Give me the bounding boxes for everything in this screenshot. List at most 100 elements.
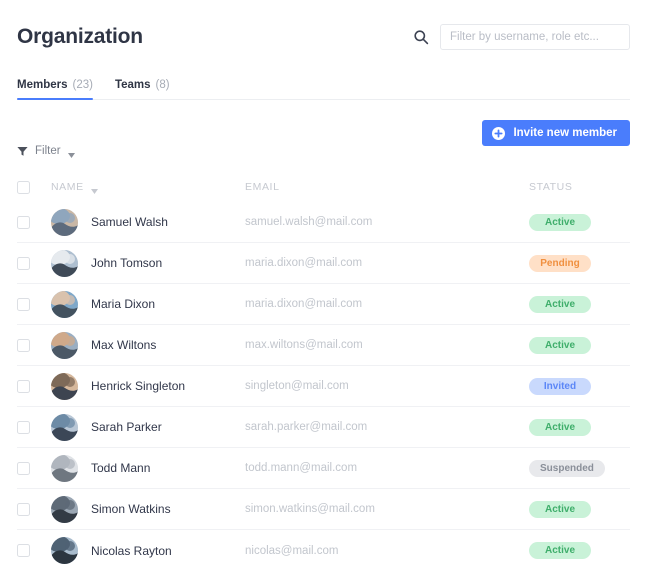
row-checkbox[interactable] <box>17 502 30 516</box>
table-row[interactable]: Henrick Singleton singleton@mail.com Invit… <box>17 366 630 407</box>
row-select-cell <box>17 215 51 229</box>
avatar <box>51 331 78 359</box>
table-row[interactable]: Simon Watkins simon.watkins@mail.com Activ… <box>17 489 630 530</box>
member-name: Maria Dixon <box>91 297 156 311</box>
row-select-cell <box>17 420 51 434</box>
table-row[interactable]: Maria Dixon maria.dixon@mail.com Active <box>17 284 630 325</box>
row-checkbox[interactable] <box>17 461 30 475</box>
chevron-down-icon <box>90 185 98 194</box>
table-row[interactable]: Todd Mann todd.mann@mail.com Suspended <box>17 448 630 489</box>
member-name: Max Wiltons <box>91 338 157 352</box>
member-name: Simon Watkins <box>91 502 171 516</box>
filter-label: Filter <box>35 145 61 157</box>
table-toolbar: Invite new member Filter <box>0 100 647 172</box>
tab-bar: Members (23) Teams (8) <box>0 72 647 100</box>
invite-new-member-button[interactable]: Invite new member <box>482 120 630 146</box>
search-input[interactable] <box>440 24 630 50</box>
column-header-name[interactable]: NAME <box>51 181 245 194</box>
row-select-cell <box>17 256 51 270</box>
column-header-email: EMAIL <box>245 181 529 193</box>
page-title: Organization <box>17 25 143 48</box>
row-select-cell <box>17 379 51 393</box>
row-checkbox[interactable] <box>17 544 30 557</box>
table-row[interactable]: John Tomson maria.dixon@mail.com Pending <box>17 243 630 284</box>
row-checkbox[interactable] <box>17 379 30 393</box>
avatar <box>51 249 78 277</box>
member-status-cell: Pending <box>529 254 630 272</box>
table-body: Samuel Walsh samuel.walsh@mail.com Active J… <box>17 202 630 571</box>
member-status-cell: Active <box>529 418 630 436</box>
member-status-cell: Active <box>529 542 630 559</box>
row-select-cell <box>17 502 51 516</box>
chevron-down-icon <box>67 149 75 158</box>
member-status-cell: Active <box>529 213 630 231</box>
member-name-cell: Simon Watkins <box>51 495 245 523</box>
member-name-cell: Henrick Singleton <box>51 372 245 400</box>
status-badge: Active <box>529 295 591 313</box>
member-name-cell: John Tomson <box>51 249 245 277</box>
member-email: max.wiltons@mail.com <box>245 339 363 351</box>
row-select-cell <box>17 338 51 352</box>
tab-members[interactable]: Members (23) <box>17 79 93 100</box>
row-select-cell <box>17 544 51 557</box>
select-all-cell <box>17 180 51 194</box>
avatar <box>51 537 78 564</box>
table-row[interactable]: Nicolas Rayton nicolas@mail.com Active <box>17 530 630 571</box>
status-badge: Suspended <box>529 459 605 477</box>
member-status-cell: Invited <box>529 377 630 395</box>
row-checkbox[interactable] <box>17 338 30 352</box>
row-checkbox[interactable] <box>17 420 30 434</box>
row-select-cell <box>17 461 51 475</box>
table-row[interactable]: Samuel Walsh samuel.walsh@mail.com Active <box>17 202 630 243</box>
status-badge: Pending <box>529 254 591 272</box>
filter-dropdown-button[interactable]: Filter <box>17 145 75 158</box>
member-email: simon.watkins@mail.com <box>245 503 375 515</box>
search-icon[interactable] <box>413 29 429 45</box>
status-badge: Active <box>529 336 591 354</box>
member-email: singleton@mail.com <box>245 380 349 392</box>
column-header-email-label: EMAIL <box>245 181 280 193</box>
member-name: Samuel Walsh <box>91 215 168 229</box>
avatar <box>51 290 78 318</box>
member-name-cell: Samuel Walsh <box>51 208 245 236</box>
table-row[interactable]: Sarah Parker sarah.parker@mail.com Active <box>17 407 630 448</box>
member-email: todd.mann@mail.com <box>245 462 358 474</box>
row-checkbox[interactable] <box>17 256 30 270</box>
avatar <box>51 495 78 523</box>
member-status-cell: Suspended <box>529 459 630 477</box>
tab-members-label: Members <box>17 79 68 91</box>
avatar <box>51 454 78 482</box>
member-status-cell: Active <box>529 500 630 518</box>
row-select-cell <box>17 297 51 311</box>
column-header-name-label: NAME <box>51 181 84 193</box>
member-email: nicolas@mail.com <box>245 544 339 557</box>
tab-members-count: (23) <box>72 79 93 91</box>
member-name-cell: Max Wiltons <box>51 331 245 359</box>
member-name-cell: Nicolas Rayton <box>51 537 245 564</box>
member-status-cell: Active <box>529 295 630 313</box>
status-badge: Active <box>529 500 591 518</box>
tab-teams[interactable]: Teams (8) <box>115 79 170 100</box>
funnel-icon <box>17 146 28 157</box>
search-area <box>413 24 630 50</box>
avatar <box>51 372 78 400</box>
invite-new-member-label: Invite new member <box>513 127 617 139</box>
member-name: Sarah Parker <box>91 420 162 434</box>
status-badge: Active <box>529 418 591 436</box>
member-name: Henrick Singleton <box>91 379 186 393</box>
status-badge: Active <box>529 542 591 559</box>
tab-teams-label: Teams <box>114 79 151 91</box>
tab-teams-count: (8) <box>155 79 170 91</box>
table-row[interactable]: Max Wiltons max.wiltons@mail.com Active <box>17 325 630 366</box>
select-all-checkbox[interactable] <box>17 180 30 194</box>
row-checkbox[interactable] <box>17 297 30 311</box>
page-header: Organization <box>0 0 647 58</box>
avatar <box>51 208 78 236</box>
avatar <box>51 413 78 441</box>
member-name-cell: Maria Dixon <box>51 290 245 318</box>
row-checkbox[interactable] <box>17 215 30 229</box>
member-email: samuel.walsh@mail.com <box>245 216 373 228</box>
column-header-status: STATUS <box>529 181 630 193</box>
member-name-cell: Todd Mann <box>51 454 245 482</box>
table-header-row: NAME EMAIL STATUS <box>17 172 630 202</box>
